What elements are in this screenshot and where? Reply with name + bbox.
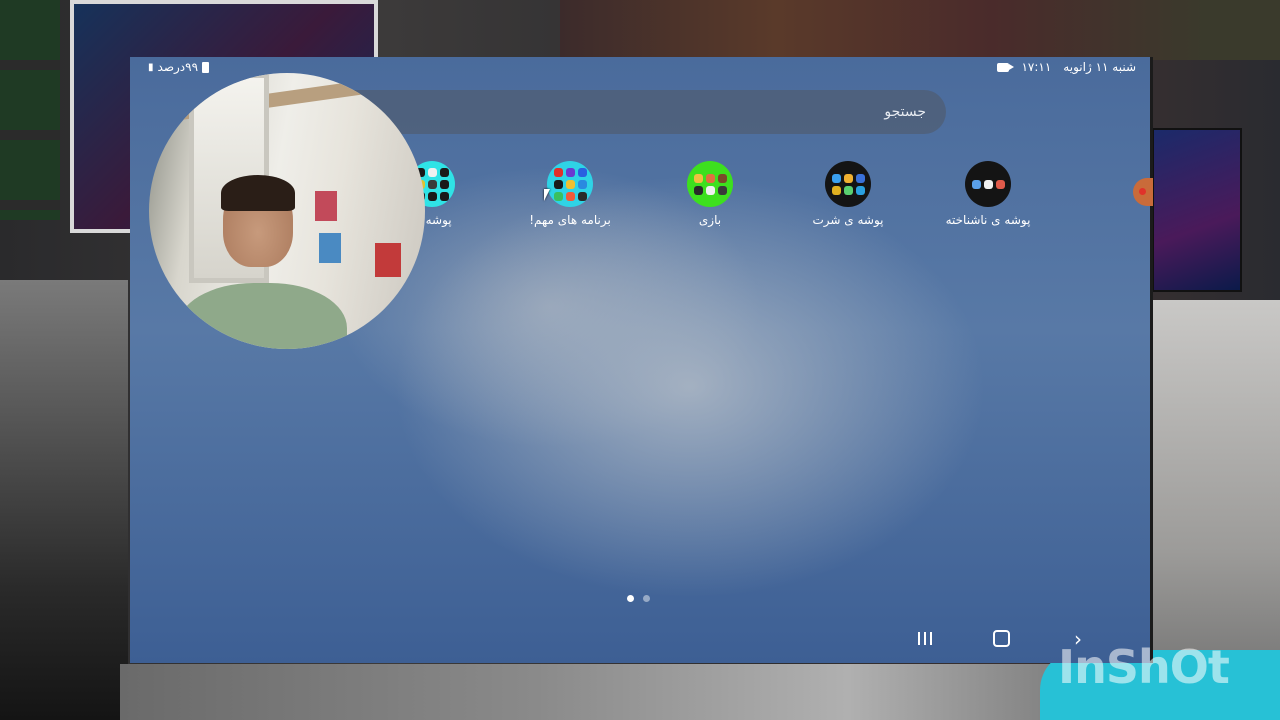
app-thumbnail-icon (717, 173, 727, 183)
battery-icon (202, 61, 210, 73)
app-thumbnail-icon (565, 167, 575, 177)
app-thumbnail-icon (705, 173, 715, 183)
app-thumbnail-icon (705, 185, 715, 195)
status-left: ۹۹درصد ▮ (148, 60, 210, 74)
signal-icon: ▮ (148, 61, 154, 73)
webcam-poster (315, 191, 337, 221)
app-thumbnail-icon (439, 191, 449, 201)
watermark-text: InShOt (1058, 640, 1230, 694)
webcam-person-body (177, 283, 347, 349)
app-thumbnail-icon (427, 179, 437, 189)
app-thumbnail-icon (565, 191, 575, 201)
folder-2[interactable]: پوشه ی شرت (778, 161, 918, 227)
webcam-overlay (149, 73, 425, 349)
folder-1[interactable]: پوشه ی ناشناخته (918, 161, 1058, 227)
background-desk (120, 664, 1160, 720)
search-bar[interactable] (320, 90, 946, 134)
status-time: ۱۷:۱۱ (1021, 60, 1052, 74)
status-date: شنبه ۱۱ ژانویه (1063, 60, 1136, 74)
app-thumbnail-icon (439, 179, 449, 189)
app-thumbnail-icon (427, 167, 437, 177)
app-thumbnail-icon (439, 167, 449, 177)
app-thumbnail-icon (717, 185, 727, 195)
folder-label: برنامه های مهم! (529, 213, 611, 227)
webcam-poster (375, 243, 401, 277)
app-thumbnail-icon (577, 191, 587, 201)
background-chair (0, 280, 128, 720)
folder-icon (825, 161, 871, 207)
app-thumbnail-icon (427, 191, 437, 201)
page-dot-2[interactable] (643, 595, 650, 602)
background-monitor (1152, 128, 1242, 292)
app-thumbnail-icon (971, 179, 981, 189)
background-toys (560, 0, 1280, 60)
app-thumbnail-icon (693, 185, 703, 195)
navigation-bar: › (130, 617, 1150, 663)
app-thumbnail-icon (843, 173, 853, 183)
search-input[interactable] (320, 90, 946, 134)
folder-label: پوشه ی ناشناخته (945, 213, 1031, 227)
home-button[interactable] (989, 629, 1013, 649)
app-thumbnail-icon (983, 179, 993, 189)
folder-icon (687, 161, 733, 207)
folder-4[interactable]: برنامه های مهم! (500, 161, 640, 227)
app-thumbnail-icon (693, 173, 703, 183)
app-thumbnail-icon (553, 191, 563, 201)
app-thumbnail-icon (565, 179, 575, 189)
folder-label: پوشه ی شرت (812, 213, 884, 227)
app-thumbnail-icon (831, 173, 841, 183)
app-thumbnail-icon (577, 179, 587, 189)
mouse-cursor (544, 189, 550, 201)
app-thumbnail-icon (855, 173, 865, 183)
folder-label: بازی (698, 213, 722, 227)
background-shelf (0, 0, 60, 220)
folder-icon (965, 161, 1011, 207)
recent-apps-button[interactable] (913, 629, 937, 649)
folder-3[interactable]: بازی (640, 161, 780, 227)
battery-percentage: ۹۹درصد (157, 60, 199, 74)
app-thumbnail-icon (843, 185, 853, 195)
status-right: شنبه ۱۱ ژانویه ۱۷:۱۱ (997, 60, 1136, 74)
webcam-person-hair (221, 175, 295, 211)
page-indicator (627, 595, 650, 602)
app-thumbnail-icon (577, 167, 587, 177)
webcam-poster (319, 233, 341, 263)
page-dot-1[interactable] (627, 595, 634, 602)
app-thumbnail-icon (855, 185, 865, 195)
app-thumbnail-icon (553, 167, 563, 177)
app-thumbnail-icon (995, 179, 1005, 189)
app-thumbnail-icon (831, 185, 841, 195)
screen-recording-icon (997, 63, 1015, 72)
floating-record-button[interactable] (1133, 178, 1153, 206)
app-thumbnail-icon (553, 179, 563, 189)
folder-icon (547, 161, 593, 207)
